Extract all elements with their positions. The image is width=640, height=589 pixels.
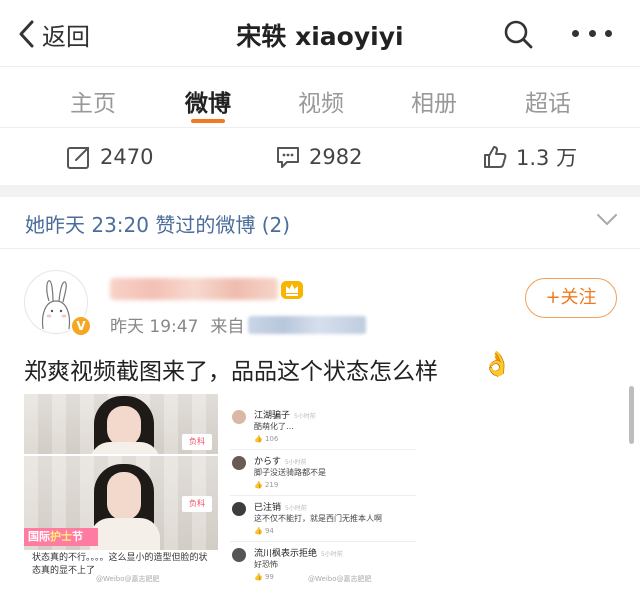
comment-likes: 👍 99 xyxy=(254,573,274,581)
comment-icon xyxy=(277,147,299,168)
chevron-down-icon[interactable] xyxy=(596,213,618,227)
section-divider xyxy=(0,185,640,197)
scrollbar[interactable] xyxy=(629,386,634,444)
comment-item: からす 5小时前 脚子没送骑路都不是 👍 219 xyxy=(230,450,416,496)
repost-icon xyxy=(67,147,89,169)
tab-video[interactable]: 视频 xyxy=(281,84,361,118)
liked-posts-header[interactable]: 她昨天 23:20 赞过的微博 (2) xyxy=(0,197,640,249)
comment-count: 2982 xyxy=(309,145,363,169)
video-frame-1: 负科 xyxy=(24,394,218,454)
post-source-prefix: 来自 xyxy=(210,317,245,337)
post-image-right[interactable]: 江湖骗子 5小时前 酷萌化了… 👍 106 からす 5小时前 脚子没送骑路都不是 👍… xyxy=(224,396,420,586)
active-tab-indicator xyxy=(191,119,225,123)
verified-badge-icon: V xyxy=(70,315,92,337)
profile-tabs: 主页 微博 视频 相册 超话 xyxy=(0,66,640,128)
page-title: 宋轶 xiaoyiyi xyxy=(236,22,404,51)
post-stats-bar: 2470 2982 1.3 万 xyxy=(0,129,640,185)
comment-likes: 👍 219 xyxy=(254,481,279,489)
comment-button[interactable]: 2982 xyxy=(275,143,362,171)
like-button[interactable]: 1.3 万 xyxy=(482,143,577,171)
comment-item: 已注销 5小时前 这不仅不能打，就是西门无推本人啊 👍 94 xyxy=(230,496,416,542)
top-nav-bar: 返回 宋轶 xiaoyiyi xyxy=(0,0,640,66)
frame-tag: 负科 xyxy=(182,434,212,450)
post-text: 郑爽视频截图来了，品品这个状态怎么样 xyxy=(24,359,438,385)
post-image-left[interactable]: 负科 负科 国际护士节 状态真的不行。。。。这么显小的造型但脸的状态真的显不上了… xyxy=(24,394,218,586)
tab-weibo[interactable]: 微博 xyxy=(168,84,248,118)
tab-album[interactable]: 相册 xyxy=(394,84,474,118)
username-redacted xyxy=(110,278,278,300)
image-watermark: @Weibo@嘉志肥肥 xyxy=(308,575,372,583)
tab-home[interactable]: 主页 xyxy=(53,84,133,118)
post-meta: 昨天 19:47 来自 xyxy=(110,312,367,337)
nurse-day-banner: 国际护士节 xyxy=(24,528,98,546)
comment-likes: 👍 106 xyxy=(254,435,279,443)
repost-count: 2470 xyxy=(100,145,154,169)
post-time: 昨天 19:47 xyxy=(110,317,199,337)
post-source-redacted xyxy=(248,315,367,334)
like-count: 1.3 万 xyxy=(516,146,578,170)
comment-likes: 👍 94 xyxy=(254,527,274,535)
liked-posts-label: 她昨天 23:20 赞过的微博 (2) xyxy=(25,213,291,237)
comment-item: 江湖骗子 5小时前 酷萌化了… 👍 106 xyxy=(230,404,416,450)
follow-button[interactable]: +关注 xyxy=(525,278,617,318)
thumbs-up-icon xyxy=(484,146,507,168)
tab-supertopic[interactable]: 超话 xyxy=(508,84,588,118)
video-frame-2: 负科 国际护士节 xyxy=(24,456,218,550)
ok-hand-emoji: 👌 xyxy=(482,350,512,378)
image-watermark: @Weibo@嘉志肥肥 xyxy=(96,575,160,583)
frame-tag: 负科 xyxy=(182,496,212,512)
repost-button[interactable]: 2470 xyxy=(66,143,153,171)
vip-crown-icon xyxy=(281,281,303,299)
search-icon[interactable] xyxy=(503,19,533,49)
more-icon[interactable] xyxy=(572,30,612,38)
